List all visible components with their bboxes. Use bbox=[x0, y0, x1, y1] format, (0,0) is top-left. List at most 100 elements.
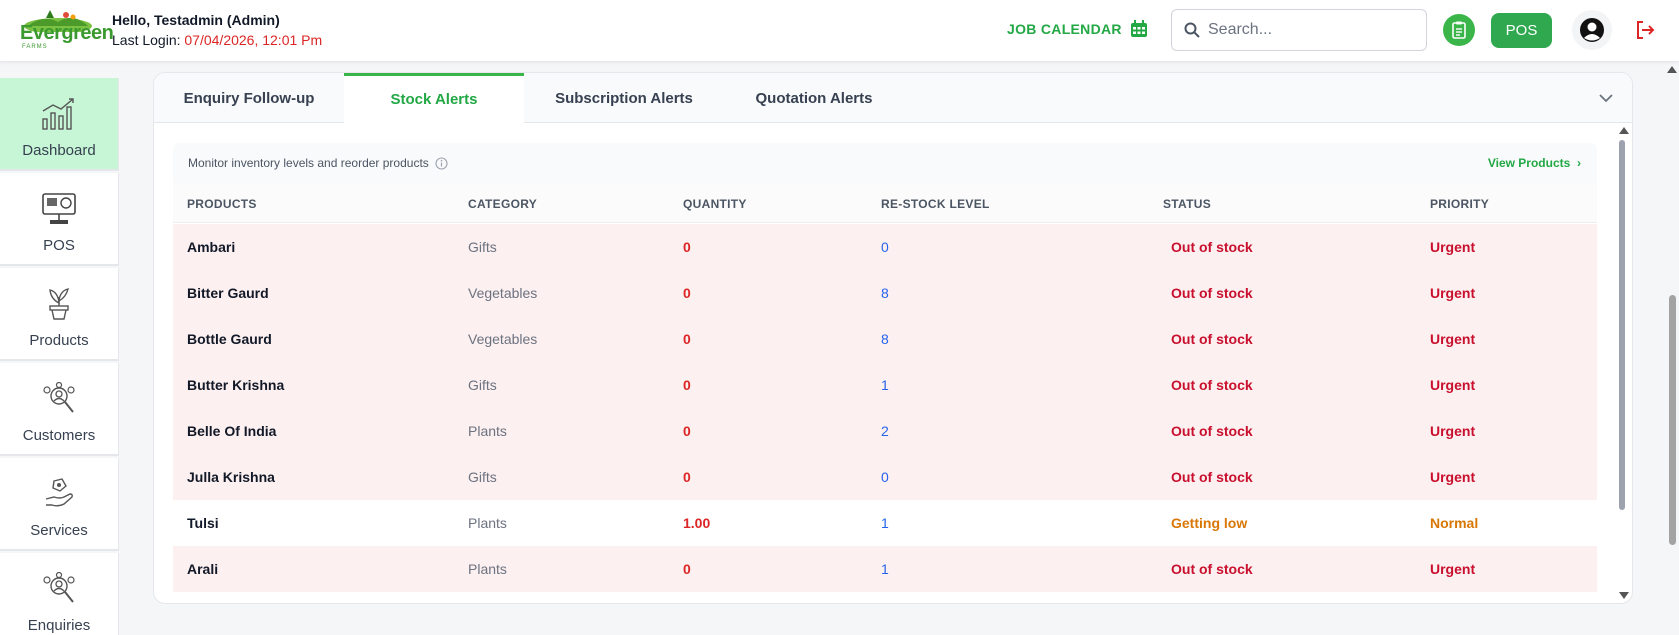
scroll-up-icon[interactable] bbox=[1619, 127, 1629, 134]
cell-status: Out of stock bbox=[1171, 377, 1253, 393]
logout-button[interactable] bbox=[1634, 19, 1658, 43]
cell-status: Out of stock bbox=[1171, 285, 1253, 301]
customers-icon bbox=[39, 379, 79, 419]
tab-enquiry-follow-up[interactable]: Enquiry Follow-up bbox=[154, 73, 344, 123]
job-calendar-label: JOB CALENDAR bbox=[1007, 21, 1122, 37]
table-row[interactable]: Arali Plants 0 1 Out of stock Urgent bbox=[173, 546, 1597, 592]
alerts-tabs: Enquiry Follow-up Stock Alerts Subscript… bbox=[154, 73, 1632, 123]
cell-quantity: 0 bbox=[683, 285, 691, 301]
cell-status: Getting low bbox=[1171, 515, 1248, 531]
cell-category: Plants bbox=[468, 561, 507, 577]
cell-quantity: 1.00 bbox=[683, 515, 711, 531]
last-login-label: Last Login: bbox=[112, 32, 185, 48]
cell-quantity: 0 bbox=[683, 423, 691, 439]
col-priority[interactable]: PRIORITY bbox=[1430, 197, 1489, 211]
cell-status: Out of stock bbox=[1171, 331, 1253, 347]
stock-info-bar: Monitor inventory levels and reorder pro… bbox=[173, 143, 1597, 183]
logo-subtext: FARMS bbox=[22, 44, 48, 50]
sidebar: Dashboard POS Products Customers Service… bbox=[0, 78, 120, 635]
table-row[interactable]: Bottle Gaurd Vegetables 0 8 Out of stock Urge… bbox=[173, 316, 1597, 362]
cell-product: Bitter Gaurd bbox=[187, 285, 269, 301]
cell-restock-level: 0 bbox=[881, 239, 889, 255]
sidebar-label-products: Products bbox=[29, 332, 89, 349]
cell-product: Bottle Gaurd bbox=[187, 331, 272, 347]
clipboard-icon bbox=[1452, 21, 1466, 39]
col-quantity[interactable]: QUANTITY bbox=[683, 197, 747, 211]
cell-status: Out of stock bbox=[1171, 561, 1253, 577]
cell-quantity: 0 bbox=[683, 469, 691, 485]
top-header: Evergreen FARMS Hello, Testadmin (Admin)… bbox=[0, 0, 1679, 62]
job-calendar-link[interactable]: JOB CALENDAR bbox=[1007, 20, 1148, 38]
col-status[interactable]: STATUS bbox=[1163, 197, 1211, 211]
table-row[interactable]: Belle Of India Plants 0 2 Out of stock Urgent bbox=[173, 408, 1597, 454]
cell-product: Tulsi bbox=[187, 515, 219, 531]
scroll-down-icon[interactable] bbox=[1619, 592, 1629, 599]
sidebar-item-dashboard[interactable]: Dashboard bbox=[0, 78, 119, 171]
cell-category: Plants bbox=[468, 515, 507, 531]
alerts-card: Enquiry Follow-up Stock Alerts Subscript… bbox=[153, 72, 1633, 604]
sidebar-item-enquiries[interactable]: Enquiries bbox=[0, 553, 119, 635]
tab-subscription-alerts[interactable]: Subscription Alerts bbox=[524, 73, 724, 123]
cell-category: Gifts bbox=[468, 239, 497, 255]
info-icon[interactable] bbox=[435, 156, 448, 170]
cell-restock-level: 8 bbox=[881, 285, 889, 301]
sidebar-item-services[interactable]: Services bbox=[0, 458, 119, 551]
cell-restock-level: 1 bbox=[881, 377, 889, 393]
search-input[interactable] bbox=[1208, 21, 1408, 39]
user-avatar[interactable] bbox=[1572, 10, 1612, 50]
col-restock-level[interactable]: RE-STOCK LEVEL bbox=[881, 197, 990, 211]
cell-priority: Normal bbox=[1430, 515, 1479, 531]
calendar-icon bbox=[1130, 20, 1147, 37]
cell-status: Out of stock bbox=[1171, 239, 1253, 255]
enquiries-icon bbox=[39, 569, 79, 609]
cell-category: Vegetables bbox=[468, 285, 538, 301]
last-login-value: 07/04/2026, 12:01 Pm bbox=[184, 32, 323, 48]
cell-product: Ambari bbox=[187, 239, 236, 255]
user-circle-icon bbox=[1580, 18, 1604, 42]
sidebar-item-customers[interactable]: Customers bbox=[0, 363, 119, 456]
table-row[interactable]: Butter Krishna Gifts 0 1 Out of stock Urgent bbox=[173, 362, 1597, 408]
sidebar-item-products[interactable]: Products bbox=[0, 268, 119, 361]
table-header: PRODUCTS CATEGORY QUANTITY RE-STOCK LEVE… bbox=[173, 183, 1597, 223]
sidebar-label-enquiries: Enquiries bbox=[27, 617, 91, 634]
table-row[interactable]: Julla Krishna Gifts 0 0 Out of stock Urgent bbox=[173, 454, 1597, 500]
logout-icon bbox=[1637, 21, 1655, 39]
cell-quantity: 0 bbox=[683, 561, 691, 577]
cell-priority: Urgent bbox=[1430, 239, 1476, 255]
cell-priority: Urgent bbox=[1430, 469, 1476, 485]
table-row[interactable]: Ambari Gifts 0 0 Out of stock Urgent bbox=[173, 224, 1597, 270]
cell-quantity: 0 bbox=[683, 239, 691, 255]
cell-status: Out of stock bbox=[1171, 469, 1253, 485]
tab-stock-alerts[interactable]: Stock Alerts bbox=[344, 73, 524, 123]
logo-text: Evergreen bbox=[20, 22, 114, 44]
cell-restock-level: 0 bbox=[881, 469, 889, 485]
col-products[interactable]: PRODUCTS bbox=[187, 197, 257, 211]
cell-category: Gifts bbox=[468, 377, 497, 393]
search-box[interactable] bbox=[1171, 9, 1427, 51]
cell-quantity: 0 bbox=[683, 377, 691, 393]
cell-category: Plants bbox=[468, 423, 507, 439]
col-category[interactable]: CATEGORY bbox=[468, 197, 537, 211]
cell-priority: Urgent bbox=[1430, 561, 1476, 577]
table-row[interactable]: Tulsi Plants 1.00 1 Getting low Normal bbox=[173, 500, 1597, 546]
sidebar-label-services: Services bbox=[30, 522, 88, 539]
view-products-link[interactable]: View Products › bbox=[1488, 156, 1581, 170]
cell-product: Belle Of India bbox=[187, 423, 277, 439]
cell-restock-level: 1 bbox=[881, 561, 889, 577]
page-scroll-up-icon[interactable] bbox=[1667, 66, 1677, 73]
notes-button[interactable] bbox=[1443, 14, 1475, 46]
tab-quotation-alerts[interactable]: Quotation Alerts bbox=[724, 73, 904, 123]
pos-button[interactable]: POS bbox=[1491, 13, 1552, 48]
page-scrollbar-thumb[interactable] bbox=[1669, 295, 1676, 545]
chevron-down-icon[interactable] bbox=[1598, 90, 1614, 106]
view-products-label: View Products bbox=[1487, 156, 1571, 170]
cell-category: Gifts bbox=[468, 469, 497, 485]
table-scrollbar-thumb[interactable] bbox=[1619, 140, 1625, 510]
cell-restock-level: 1 bbox=[881, 515, 889, 531]
cell-priority: Urgent bbox=[1430, 423, 1476, 439]
cell-status: Out of stock bbox=[1171, 423, 1253, 439]
greeting-text: Hello, Testadmin (Admin) bbox=[112, 12, 280, 28]
table-row[interactable]: Bitter Gaurd Vegetables 0 8 Out of stock Urge… bbox=[173, 270, 1597, 316]
sidebar-item-pos[interactable]: POS bbox=[0, 173, 119, 266]
cell-product: Julla Krishna bbox=[187, 469, 275, 485]
